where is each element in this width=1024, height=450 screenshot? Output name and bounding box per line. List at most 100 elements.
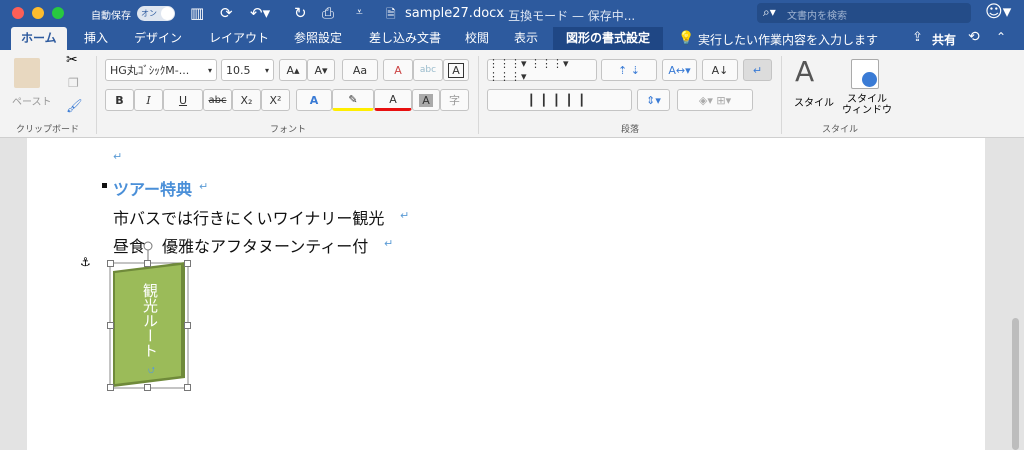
styles-icon[interactable]: A	[795, 55, 814, 88]
resize-handle[interactable]	[107, 384, 114, 391]
lightbulb-icon: 💡	[678, 31, 695, 46]
paragraph-mark: ⮍	[148, 366, 156, 376]
clipboard-group-label: クリップボード	[16, 125, 80, 135]
resize-handle[interactable]	[184, 322, 191, 329]
resize-handle[interactable]	[144, 384, 151, 391]
paste-icon[interactable]	[14, 58, 40, 88]
bold-button[interactable]: B	[105, 89, 134, 111]
text-effects-button[interactable]: A	[296, 89, 332, 111]
print-icon[interactable]: ⎙	[322, 4, 334, 22]
paragraph-group-label: 段落	[621, 125, 640, 135]
title-bar: 自動保存 オン ▥ ⟳ ↶▾ ↻ ⎙ ⩡ 🗎 sample27.docx - 互…	[0, 0, 1024, 27]
change-case-button[interactable]: Aa	[342, 59, 378, 81]
alignment-buttons[interactable]: ┃┃┃┃┃	[487, 89, 632, 111]
style-window-icon[interactable]	[851, 59, 879, 89]
underline-button[interactable]: U	[163, 89, 203, 111]
divider	[478, 56, 479, 134]
collapse-ribbon-icon[interactable]: ⌃	[996, 30, 1006, 44]
text-direction-button[interactable]: A↔▾	[662, 59, 697, 81]
font-size-value: 10.5	[226, 63, 251, 77]
tab-layout[interactable]: レイアウト	[199, 27, 279, 50]
bullet	[102, 183, 107, 188]
resize-handle[interactable]	[144, 260, 151, 267]
superscript-button[interactable]: X²	[261, 89, 290, 111]
character-shading-button[interactable]: A	[412, 89, 440, 111]
search-input[interactable]: ⌕▾ 文書内を検索	[757, 3, 971, 23]
shading-border-buttons[interactable]: ◈▾ ⊞▾	[677, 89, 753, 111]
divider	[96, 56, 97, 134]
shrink-font-button[interactable]: A▾	[307, 59, 335, 81]
font-name-value: HG丸ｺﾞｼｯｸM-...	[110, 64, 190, 77]
copy-icon[interactable]: ❐	[68, 76, 79, 90]
subscript-button[interactable]: X₂	[232, 89, 261, 111]
scrollbar-thumb[interactable]	[1012, 318, 1019, 450]
style-window-button[interactable]: スタイル ウィンドウ	[842, 94, 892, 116]
tab-shape-format[interactable]: 図形の書式設定	[553, 27, 663, 50]
tab-design[interactable]: デザイン	[124, 27, 192, 50]
sync-icon[interactable]: ⟳	[220, 4, 233, 22]
document-icon: 🗎	[386, 7, 396, 21]
toggle-knob	[161, 7, 174, 20]
list-buttons[interactable]: ⋮⋮⋮▾ ⋮⋮⋮▾ ⋮⋮⋮▾	[487, 57, 597, 83]
italic-button[interactable]: I	[134, 89, 163, 111]
doc-title: sample27.docx	[405, 6, 504, 21]
font-size-select[interactable]: 10.5 ▾	[221, 59, 274, 81]
resize-handle[interactable]	[107, 260, 114, 267]
resize-handle[interactable]	[184, 260, 191, 267]
zoom-button[interactable]	[52, 7, 64, 19]
paragraph-mark: ↵	[199, 180, 209, 193]
chevron-down-icon: ▾	[264, 65, 269, 75]
toggle-label: オン	[141, 9, 157, 18]
tab-review[interactable]: 校閲	[455, 27, 499, 50]
sort-button[interactable]: A↓	[702, 59, 738, 81]
font-color-button[interactable]: A	[374, 89, 412, 111]
tab-home[interactable]: ホーム	[11, 27, 67, 50]
account-icon[interactable]: ☺▾	[985, 2, 1011, 22]
divider	[781, 56, 782, 134]
styles-button[interactable]: スタイル	[794, 94, 834, 109]
share-button[interactable]: 共有	[932, 31, 956, 48]
line-spacing-button[interactable]: ⇕▾	[637, 89, 670, 111]
tab-references[interactable]: 参照設定	[284, 27, 352, 50]
autosave-toggle[interactable]: オン	[137, 6, 175, 21]
redo-icon[interactable]: ↻	[294, 4, 307, 22]
phonetic-guide-button[interactable]: abc	[413, 59, 443, 81]
strikethrough-button[interactable]: abc	[203, 89, 232, 111]
clear-formatting-button[interactable]: A	[383, 59, 413, 81]
character-border-button[interactable]: A	[443, 59, 469, 81]
indent-buttons[interactable]: ⇡ ⇣	[601, 59, 657, 81]
font-name-select[interactable]: HG丸ｺﾞｼｯｸM-... ▾	[105, 59, 217, 81]
search-placeholder: 文書内を検索	[787, 11, 847, 22]
sidebar-icon[interactable]: ▥	[190, 4, 204, 22]
styles-group-label: スタイル	[822, 125, 859, 135]
grow-font-button[interactable]: A▴	[279, 59, 307, 81]
share-icon[interactable]: ⇪	[912, 30, 923, 45]
doc-mode: - 互換モード — 保存中...	[500, 9, 636, 23]
close-button[interactable]	[12, 7, 24, 19]
minimize-button[interactable]	[32, 7, 44, 19]
resize-handle[interactable]	[107, 322, 114, 329]
highlight-button[interactable]: ✎	[332, 89, 374, 111]
tab-view[interactable]: 表示	[504, 27, 548, 50]
heading-text[interactable]: ツアー特典	[113, 176, 192, 200]
paragraph-mark: ↵	[400, 209, 410, 222]
customize-icon[interactable]: ⩡	[356, 5, 363, 20]
format-painter-icon[interactable]: 🖌	[66, 99, 83, 114]
tab-mailings[interactable]: 差し込み文書	[359, 27, 451, 50]
tab-insert[interactable]: 挿入	[74, 27, 118, 50]
font-group-label: フォント	[270, 125, 307, 135]
paste-button[interactable]: ペースト	[12, 93, 52, 108]
resize-handle[interactable]	[184, 384, 191, 391]
paragraph-mark: ↵	[113, 150, 123, 163]
history-icon[interactable]: ⟲	[968, 29, 980, 45]
rotate-handle[interactable]	[143, 241, 153, 251]
enclose-character-button[interactable]: 字	[440, 89, 469, 111]
show-marks-button[interactable]: ↵	[743, 59, 772, 81]
body-line-1[interactable]: 市バスでは行きにくいワイナリー観光	[113, 205, 384, 229]
chevron-down-icon: ▾	[207, 65, 212, 75]
autosave-label: 自動保存	[91, 11, 131, 22]
cut-icon[interactable]: ✂	[66, 52, 78, 68]
undo-icon[interactable]: ↶▾	[250, 4, 270, 22]
tell-me-input[interactable]: 実行したい作業内容を入力します	[698, 31, 878, 48]
shape-text[interactable]: 観光ルート	[138, 283, 159, 358]
